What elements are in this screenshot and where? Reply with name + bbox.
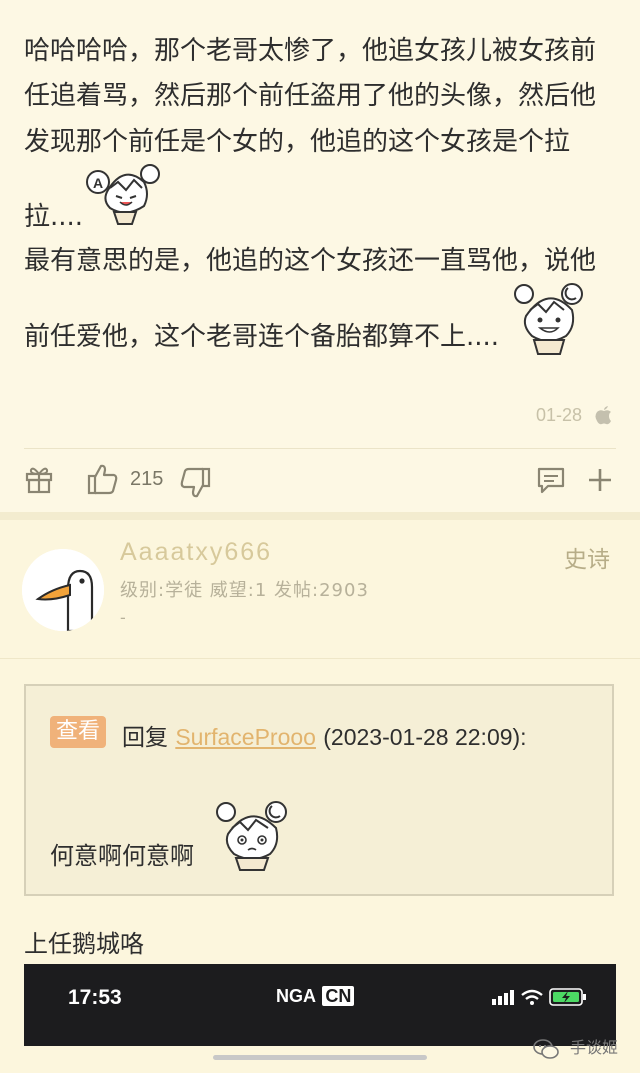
- post-date: 01-28: [535, 405, 582, 425]
- user-avatar[interactable]: [22, 549, 104, 631]
- wifi-icon: [521, 989, 543, 1000]
- home-indicator[interactable]: [213, 1055, 427, 1060]
- signal-icon: [492, 999, 496, 1005]
- nga-logo: NGA CN: [276, 986, 355, 1007]
- post-body-text: 上任鹅城咯: [24, 930, 144, 958]
- nga-logo-badge: CN: [322, 986, 355, 1006]
- sticker-girl-confused: [216, 801, 287, 871]
- reply-date: (2023-01-28 22:09):: [323, 724, 527, 750]
- post-first: 哈哈哈哈，那个老哥太惨了，他追女孩儿被女孩前 任追着骂，然后那个前任盗用了他的头…: [0, 0, 640, 512]
- goose-avatar: [22, 549, 104, 631]
- gift-icon[interactable]: [24, 464, 54, 494]
- like-count: 215: [130, 468, 164, 490]
- quote-block: 查看 回复 SurfaceProoo (2023-01-28 22:09): 何…: [24, 684, 614, 896]
- user-stats: 级别:学徒 威望:1 发帖:2903: [120, 580, 369, 601]
- watermark: 手谈姬: [533, 1034, 618, 1060]
- thumbs-up-icon[interactable]: [86, 462, 120, 496]
- quote-text: 何意啊何意啊: [50, 842, 194, 870]
- reply-prefix: 回复: [122, 725, 168, 751]
- thumbs-down-icon[interactable]: [178, 466, 212, 500]
- user-rank-badge: 史诗: [564, 547, 610, 573]
- user-signature: -: [120, 608, 126, 627]
- nga-logo-text: NGA: [276, 986, 316, 1006]
- sticker-girl-grinning: [514, 283, 583, 355]
- plus-icon[interactable]: [586, 466, 614, 494]
- apple-icon: [595, 406, 611, 425]
- embedded-screenshot[interactable]: 17:53 NGA CN: [24, 964, 616, 1046]
- post-text-line: 发现那个前任是个女的，他追的这个女孩是个拉: [24, 127, 571, 157]
- divider: [24, 448, 616, 449]
- post-text-line: 任追着骂，然后那个前任盗用了他的头像，然后他: [24, 81, 597, 111]
- sticker-girl-laughing: A: [86, 164, 160, 225]
- post-reply: Aaaatxy666 级别:学徒 威望:1 发帖:2903 - 史诗 查看 回复…: [0, 520, 640, 1073]
- post-text-line: 哈哈哈哈，那个老哥太惨了，他追女孩儿被女孩前: [24, 36, 597, 66]
- comment-icon[interactable]: [536, 466, 566, 494]
- view-quote-button[interactable]: 查看: [50, 716, 107, 748]
- divider: [0, 658, 640, 659]
- reply-user-link[interactable]: SurfaceProoo: [175, 724, 316, 750]
- svg-text:A: A: [93, 175, 103, 191]
- username-link[interactable]: Aaaatxy666: [120, 538, 272, 567]
- post-separator: [0, 512, 640, 520]
- reply-header: 回复 SurfaceProoo (2023-01-28 22:09):: [122, 718, 527, 752]
- post-text-line: 最有意思的是，他追的这个女孩还一直骂他，说他: [24, 246, 597, 276]
- screenshot-time: 17:53: [68, 986, 122, 1009]
- wechat-icon: [533, 1038, 559, 1059]
- status-icons: [492, 988, 586, 1006]
- post-action-bar: 215: [0, 458, 640, 508]
- watermark-label: 手谈姬: [569, 1038, 618, 1057]
